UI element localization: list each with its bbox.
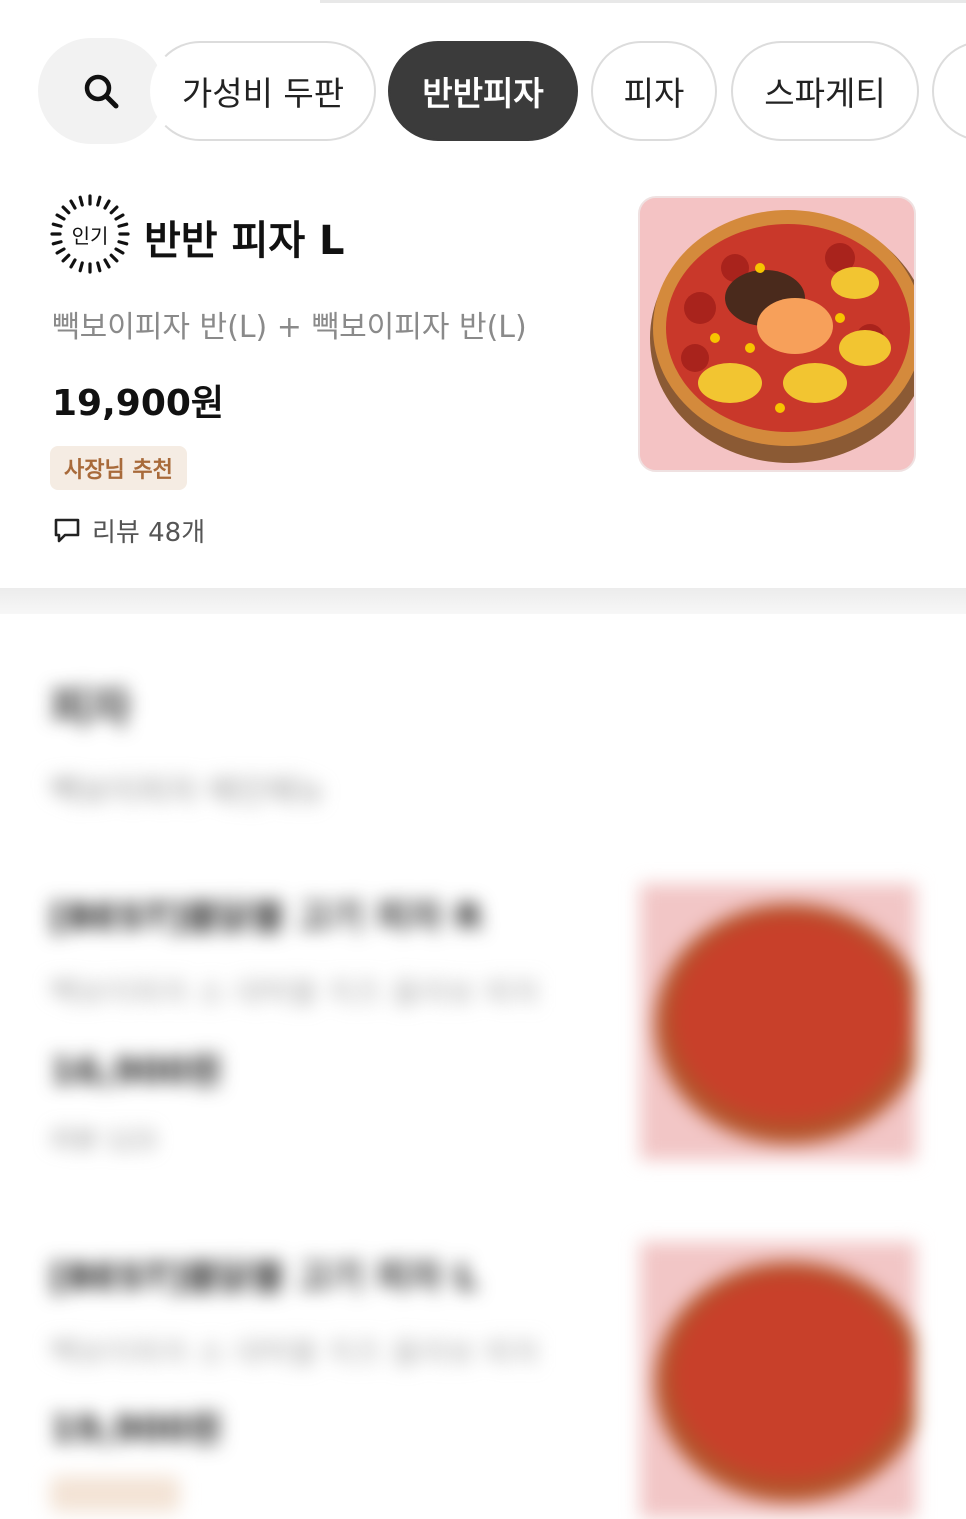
menu-item-photo[interactable]	[640, 884, 916, 1160]
category-bar: 가성비 두판 반반피자 피자 스파게티	[0, 38, 966, 144]
blurred-menu-section: 피자 빽보이피자 메인메뉴 [BEST]불닭불 고기 피자 R 빽보이피자 소 …	[0, 614, 966, 1519]
chip-value-two[interactable]: 가성비 두판	[150, 41, 376, 141]
owner-recommend-badge: 사장님 추천	[50, 446, 187, 490]
menu-item-description: 빽보이피자 소 대박불 치즈 올라보 피자	[50, 976, 540, 1011]
popular-label: 인기	[71, 223, 109, 248]
chip-pizza[interactable]: 피자	[591, 41, 717, 141]
chip-next[interactable]	[932, 41, 966, 141]
menu-item-meta: 리뷰 123	[50, 1126, 156, 1156]
review-count[interactable]: 리뷰 48개	[52, 510, 205, 550]
pizza-photo[interactable]	[638, 196, 916, 472]
chip-half-half-pizza[interactable]: 반반피자	[388, 41, 578, 141]
item-title: 반반 피자 L	[144, 218, 345, 264]
menu-item-badge	[50, 1476, 180, 1512]
search-button[interactable]	[38, 38, 164, 144]
menu-item-price: 16,900원	[50, 1051, 223, 1092]
menu-item-description: 빽보이피자 소 대박불 치즈 올라보 피자	[50, 1336, 540, 1371]
menu-item-featured[interactable]: 인기 반반 피자 L 빽보이피자 반(L) + 빽보이피자 반(L) 19,90…	[0, 170, 966, 588]
item-price: 19,900원	[52, 383, 225, 424]
menu-item-title[interactable]: [BEST]불닭불 고기 피자 L	[50, 1248, 478, 1300]
chip-spaghetti[interactable]: 스파게티	[731, 41, 919, 141]
popular-badge: 인기	[50, 194, 130, 274]
section-divider	[0, 588, 966, 614]
section-title: 피자	[50, 683, 131, 734]
top-divider	[320, 0, 966, 3]
menu-item-price: 19,900원	[50, 1409, 223, 1450]
review-text: 리뷰 48개	[92, 517, 206, 548]
chat-bubble-icon	[54, 518, 80, 543]
item-description: 빽보이피자 반(L) + 빽보이피자 반(L)	[52, 310, 527, 345]
section-subtitle: 빽보이피자 메인메뉴	[50, 772, 326, 810]
search-icon	[84, 74, 119, 109]
menu-item-title[interactable]: [BEST]불닭불 고기 피자 R	[50, 888, 483, 940]
menu-item-photo[interactable]	[640, 1242, 916, 1518]
